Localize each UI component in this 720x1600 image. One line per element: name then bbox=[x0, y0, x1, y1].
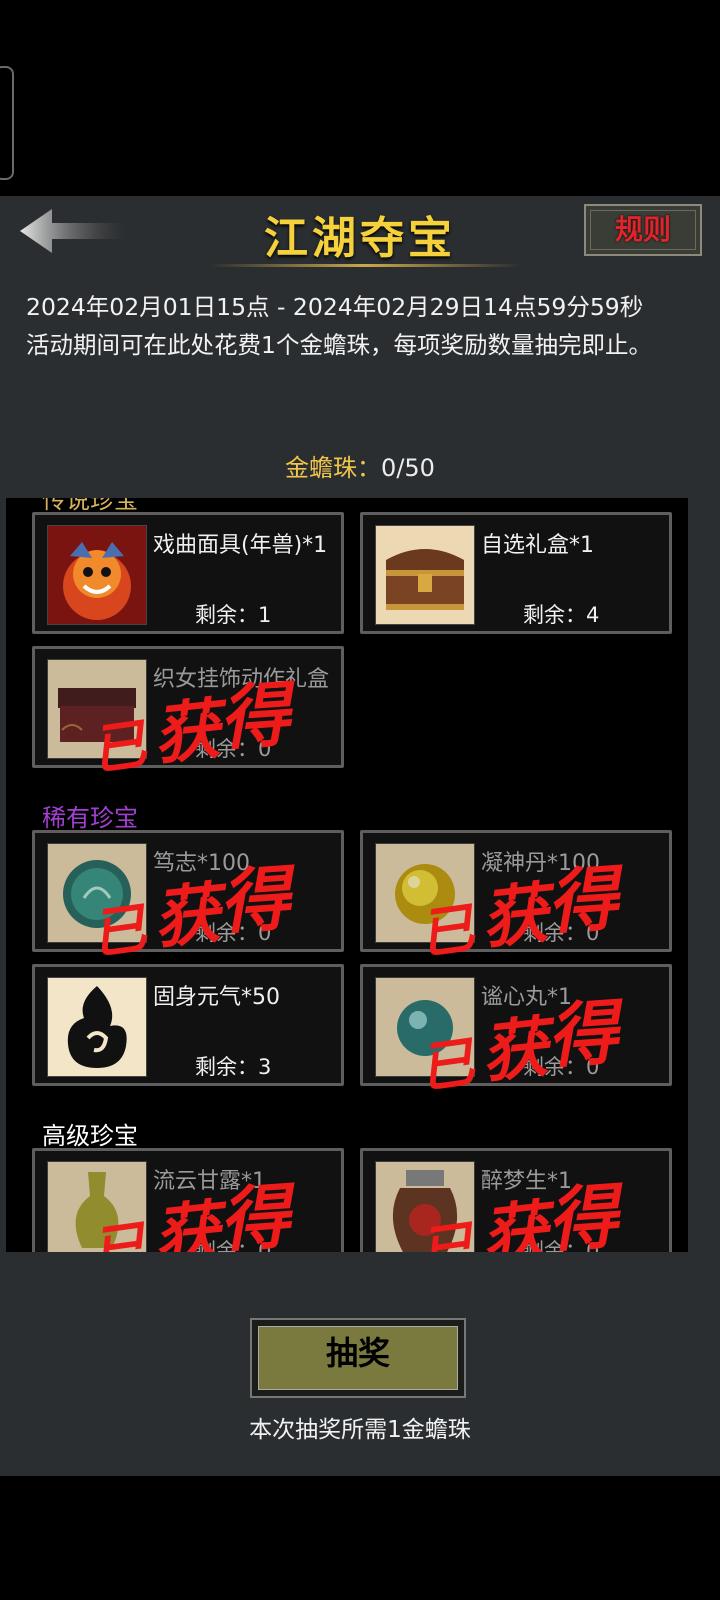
prize-remaining: 剩余：0 bbox=[195, 737, 272, 761]
currency-label: 金蟾珠： bbox=[285, 454, 382, 482]
prize-card[interactable]: 笃志*100 剩余：0 已获得 bbox=[32, 830, 344, 966]
prize-name: 戏曲面具(年兽)*1 bbox=[153, 533, 328, 558]
draw-cost-note: 本次抽奖所需1金蟾珠 bbox=[249, 1417, 471, 1443]
section-title: 稀有珍宝 bbox=[42, 804, 138, 832]
prize-list[interactable]: 传说珍宝 戏曲面具(年兽)*1 剩余：1 自选礼盒*1 剩余：4 织女挂饰动作礼盒 剩余：0… bbox=[6, 498, 688, 1252]
event-description: 2024年02月01日15点 - 2024年02月29日14点59分59秒 活动… bbox=[26, 288, 702, 364]
event-period: 2024年02月01日15点 - 2024年02月29日14点59分59秒 bbox=[26, 293, 644, 321]
prize-card[interactable]: 戏曲面具(年兽)*1 剩余：1 bbox=[32, 512, 344, 634]
prize-remaining: 剩余：3 bbox=[195, 1055, 272, 1079]
prize-remaining: 剩余：0 bbox=[523, 1239, 600, 1252]
golden-pill-icon bbox=[375, 843, 475, 943]
draw-button[interactable]: 抽奖 bbox=[250, 1318, 466, 1398]
prize-card[interactable]: 谧心丸*1 剩余：0 已获得 bbox=[360, 964, 672, 1100]
prize-name: 笃志*100 bbox=[153, 851, 250, 876]
side-frame-decoration bbox=[0, 66, 14, 180]
treasure-chest-icon bbox=[375, 525, 475, 625]
currency-counter: 金蟾珠：0/50 bbox=[0, 448, 720, 483]
prize-name: 自选礼盒*1 bbox=[481, 533, 594, 558]
prize-name: 谧心丸*1 bbox=[481, 985, 572, 1010]
rules-button[interactable]: 规则 bbox=[584, 204, 702, 256]
prize-card[interactable]: 醉梦生*1 剩余：0 已获得 bbox=[360, 1148, 672, 1252]
prize-name: 流云甘露*1 bbox=[153, 1169, 266, 1194]
wine-jar-icon bbox=[375, 1161, 475, 1252]
prize-card[interactable]: 织女挂饰动作礼盒 剩余：0 已获得 bbox=[32, 646, 344, 782]
wine-gourd-icon bbox=[47, 1161, 147, 1252]
section-title: 高级珍宝 bbox=[42, 1122, 138, 1150]
prize-remaining: 剩余：0 bbox=[523, 921, 600, 945]
prize-name: 固身元气*50 bbox=[153, 985, 280, 1010]
rules-label: 规则 bbox=[614, 213, 671, 246]
prize-remaining: 剩余：4 bbox=[523, 603, 600, 627]
currency-value: 0/50 bbox=[381, 454, 435, 482]
prize-remaining: 剩余：0 bbox=[195, 1239, 272, 1252]
prize-card[interactable]: 凝神丹*100 剩余：0 已获得 bbox=[360, 830, 672, 966]
jade-orb-icon bbox=[47, 843, 147, 943]
navigation-bar-area bbox=[0, 1476, 720, 1600]
prize-card[interactable]: 固身元气*50 剩余：3 bbox=[32, 964, 344, 1086]
opera-mask-icon bbox=[47, 525, 147, 625]
prize-name: 凝神丹*100 bbox=[481, 851, 600, 876]
prize-remaining: 剩余：0 bbox=[523, 1055, 600, 1079]
prize-card[interactable]: 自选礼盒*1 剩余：4 bbox=[360, 512, 672, 634]
prize-remaining: 剩余：1 bbox=[195, 603, 272, 627]
title-underline bbox=[210, 264, 520, 267]
black-flame-icon bbox=[47, 977, 147, 1077]
prize-name: 织女挂饰动作礼盒 bbox=[153, 667, 330, 692]
status-bar-area bbox=[0, 0, 720, 196]
event-rule-text: 活动期间可在此处花费1个金蟾珠，每项奖励数量抽完即止。 bbox=[26, 331, 652, 359]
teal-pearl-icon bbox=[375, 977, 475, 1077]
prize-card[interactable]: 流云甘露*1 剩余：0 已获得 bbox=[32, 1148, 344, 1252]
gift-box-icon bbox=[47, 659, 147, 759]
prize-name: 醉梦生*1 bbox=[481, 1169, 572, 1194]
prize-remaining: 剩余：0 bbox=[195, 921, 272, 945]
draw-button-label: 抽奖 bbox=[325, 1334, 390, 1372]
